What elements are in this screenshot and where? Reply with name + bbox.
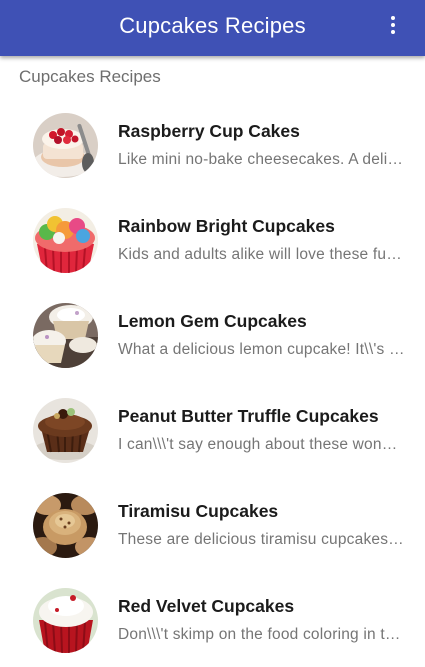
recipe-title: Tiramisu Cupcakes: [118, 501, 279, 521]
recipe-item-rainbow[interactable]: Rainbow Bright Cupcakes Kids and adults …: [0, 192, 425, 287]
recipe-description: I can\\\'t say enough about these wonder…: [118, 436, 405, 453]
recipe-title: Rainbow Bright Cupcakes: [118, 216, 335, 236]
app-bar: Cupcakes Recipes: [0, 0, 425, 56]
recipe-list: Raspberry Cup Cakes Like mini no-bake ch…: [0, 97, 425, 667]
recipe-item-raspberry[interactable]: Raspberry Cup Cakes Like mini no-bake ch…: [0, 97, 425, 192]
rainbow-cupcake-image: [33, 208, 98, 273]
tiramisu-cupcake-image: [33, 493, 98, 558]
recipe-title: Raspberry Cup Cakes: [118, 121, 300, 141]
recipe-description: Kids and adults alike will love these fu…: [118, 246, 405, 263]
recipe-item-red-velvet[interactable]: Red Velvet Cupcakes Don\\\'t skimp on th…: [0, 572, 425, 667]
lemon-cupcake-image: [33, 303, 98, 368]
red-velvet-cupcake-image: [33, 588, 98, 653]
raspberry-cupcake-image: [33, 113, 98, 178]
recipe-item-lemon[interactable]: Lemon Gem Cupcakes What a delicious lemo…: [0, 287, 425, 382]
peanut-butter-cupcake-image: [33, 398, 98, 463]
recipe-description: These are delicious tiramisu cupcakes fo…: [118, 531, 405, 548]
section-header: Cupcakes Recipes: [19, 67, 161, 86]
recipe-description: Like mini no-bake cheesecakes. A delicio…: [118, 151, 405, 168]
app-title: Cupcakes Recipes: [119, 13, 306, 38]
recipe-item-peanut-butter[interactable]: Peanut Butter Truffle Cupcakes I can\\\'…: [0, 382, 425, 477]
more-vert-icon[interactable]: [389, 14, 397, 40]
recipe-title: Lemon Gem Cupcakes: [118, 311, 307, 331]
recipe-title: Peanut Butter Truffle Cupcakes: [118, 406, 379, 426]
recipe-description: What a delicious lemon cupcake! It\\'s p…: [118, 341, 405, 358]
recipe-title: Red Velvet Cupcakes: [118, 596, 295, 616]
recipe-description: Don\\\'t skimp on the food coloring in t…: [118, 626, 405, 643]
recipe-item-tiramisu[interactable]: Tiramisu Cupcakes These are delicious ti…: [0, 477, 425, 572]
